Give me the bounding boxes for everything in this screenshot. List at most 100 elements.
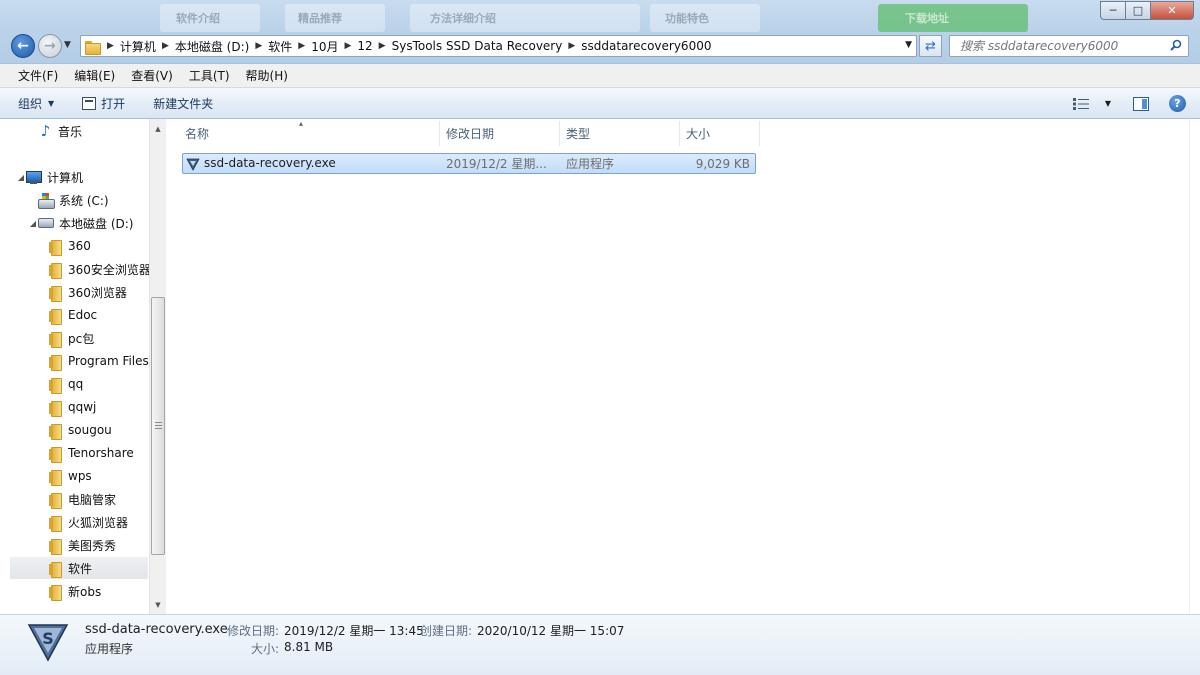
file-type: 应用程序 [566, 157, 615, 171]
maximize-button[interactable]: □ [1125, 1, 1151, 20]
back-button[interactable]: ← [11, 34, 35, 58]
address-dropdown-icon[interactable]: ▼ [905, 40, 912, 50]
search-icon[interactable] [1170, 39, 1182, 51]
navigation-pane: ♪ 音乐 ◢ 计算机 系统 (C:) ◢ 本地磁盘 (D:) 360 360安全… [0, 119, 166, 614]
recent-pages-dropdown[interactable]: ▼ [64, 40, 71, 50]
organize-label: 组织 [18, 96, 43, 111]
nav-item-music[interactable]: ♪ 音乐 [0, 120, 148, 142]
nav-folder[interactable]: sougou [0, 419, 148, 441]
column-header-label: 类型 [566, 127, 591, 141]
menu-edit[interactable]: 编辑(E) [66, 67, 123, 84]
menu-tools[interactable]: 工具(T) [181, 67, 238, 84]
folder-icon [48, 400, 63, 417]
nav-folder-label: pc包 [68, 331, 95, 346]
open-button[interactable]: 打开 [82, 95, 125, 112]
nav-folder[interactable]: Edoc [0, 304, 148, 326]
views-icon[interactable] [1072, 97, 1089, 110]
collapse-triangle-icon[interactable]: ◢ [28, 219, 38, 228]
chevron-right-icon[interactable]: ▶ [379, 41, 386, 51]
file-size: 9,029 KB [695, 156, 750, 171]
preview-pane-icon[interactable] [1133, 96, 1149, 111]
nav-folder-selected[interactable]: 软件 [10, 557, 148, 579]
organize-button[interactable]: 组织 ▼ [18, 95, 54, 112]
nav-folder-label: 火狐浏览器 [68, 515, 129, 530]
folder-icon [48, 561, 63, 578]
scroll-thumb[interactable] [151, 297, 165, 555]
nav-item-drive-d[interactable]: ◢ 本地磁盘 (D:) [0, 212, 148, 234]
navigation-scrollbar[interactable]: ▲ ▼ [149, 119, 166, 614]
details-file-type: 应用程序 [85, 642, 134, 656]
new-folder-button[interactable]: 新建文件夹 [153, 95, 213, 112]
nav-folder[interactable]: 新obs [0, 580, 148, 602]
nav-folder-label: 电脑管家 [68, 492, 117, 507]
nav-folder[interactable]: 360浏览器 [0, 281, 148, 303]
nav-folder[interactable]: 美图秀秀 [0, 534, 148, 556]
collapse-triangle-icon[interactable]: ◢ [16, 173, 26, 182]
chevron-right-icon[interactable]: ▶ [107, 41, 114, 51]
column-header-label: 修改日期 [446, 127, 495, 141]
column-header-name[interactable]: ▴ 名称 [179, 119, 440, 146]
breadcrumb-drive-d[interactable]: 本地磁盘 (D:) [175, 38, 249, 55]
nav-folder[interactable]: wps [0, 465, 148, 487]
nav-folder[interactable]: 火狐浏览器 [0, 511, 148, 533]
column-header-size[interactable]: 大小 [680, 121, 760, 146]
computer-icon [26, 170, 42, 184]
breadcrumb-systools[interactable]: SysTools SSD Data Recovery [392, 39, 563, 53]
folder-icon [48, 285, 63, 302]
background-tab-label: 下载地址 [905, 12, 949, 25]
nav-item-drive-c[interactable]: 系统 (C:) [0, 189, 148, 211]
scroll-down-arrow-icon[interactable]: ▼ [150, 597, 166, 613]
refresh-button[interactable]: ⇄ [919, 35, 942, 57]
nav-folder[interactable]: 360 [0, 235, 148, 257]
nav-folder[interactable]: pc包 [0, 327, 148, 349]
menu-view[interactable]: 查看(V) [123, 67, 181, 84]
scroll-up-arrow-icon[interactable]: ▲ [150, 121, 166, 137]
chevron-right-icon[interactable]: ▶ [568, 41, 575, 51]
nav-folder[interactable]: 360安全浏览器 [0, 258, 151, 280]
folder-icon [48, 423, 63, 440]
views-dropdown-icon[interactable]: ▼ [1105, 99, 1111, 108]
nav-folder[interactable]: qq [0, 373, 148, 395]
nav-folder-label: 360安全浏览器 [68, 262, 151, 277]
nav-folder[interactable]: Tenorshare [0, 442, 148, 464]
folder-icon [48, 446, 63, 463]
nav-folder[interactable]: qqwj [0, 396, 148, 418]
breadcrumb-software[interactable]: 软件 [268, 38, 292, 55]
background-tab-label: 功能特色 [665, 12, 709, 25]
folder-icon [48, 262, 63, 279]
nav-item-computer[interactable]: ◢ 计算机 [0, 166, 148, 188]
folder-icon [48, 492, 63, 509]
chevron-right-icon[interactable]: ▶ [255, 41, 262, 51]
details-created-label: 创建日期: [420, 624, 473, 638]
hard-drive-icon [38, 218, 54, 228]
menu-help[interactable]: 帮助(H) [238, 67, 296, 84]
help-icon[interactable]: ? [1169, 95, 1186, 112]
file-row[interactable]: ssd-data-recovery.exe 2019/12/2 星期... 应用… [182, 153, 756, 174]
search-input[interactable] [950, 36, 1160, 56]
nav-folder-label: qq [68, 377, 84, 391]
close-button[interactable]: ✕ [1150, 1, 1194, 20]
open-icon [82, 96, 97, 110]
column-header-label: 大小 [686, 127, 711, 141]
address-bar[interactable]: ▶ 计算机 ▶ 本地磁盘 (D:) ▶ 软件 ▶ 10月 ▶ 12 ▶ SysT… [80, 35, 917, 57]
nav-item-label: 本地磁盘 (D:) [59, 216, 134, 231]
chevron-right-icon[interactable]: ▶ [344, 41, 351, 51]
file-list: ▴ 名称 修改日期 类型 大小 ssd-data-recovery.exe 20… [167, 119, 1189, 614]
nav-folder-label: wps [68, 469, 92, 483]
window-controls: ─ □ ✕ [1100, 1, 1194, 21]
breadcrumb-computer[interactable]: 计算机 [120, 38, 156, 55]
breadcrumb-12[interactable]: 12 [357, 39, 372, 53]
breadcrumb-current[interactable]: ssddatarecovery6000 [581, 39, 711, 53]
nav-folder[interactable]: Program Files [0, 350, 149, 372]
column-header-type[interactable]: 类型 [560, 121, 680, 146]
forward-button[interactable]: → [38, 34, 62, 58]
column-header-modified[interactable]: 修改日期 [440, 121, 560, 146]
chevron-right-icon[interactable]: ▶ [298, 41, 305, 51]
breadcrumb-october[interactable]: 10月 [311, 38, 338, 55]
chevron-right-icon[interactable]: ▶ [162, 41, 169, 51]
menu-file[interactable]: 文件(F) [10, 67, 66, 84]
minimize-button[interactable]: ─ [1100, 1, 1126, 20]
search-box[interactable] [949, 35, 1189, 57]
nav-folder[interactable]: 电脑管家 [0, 488, 148, 510]
column-header-label: 名称 [185, 127, 210, 141]
